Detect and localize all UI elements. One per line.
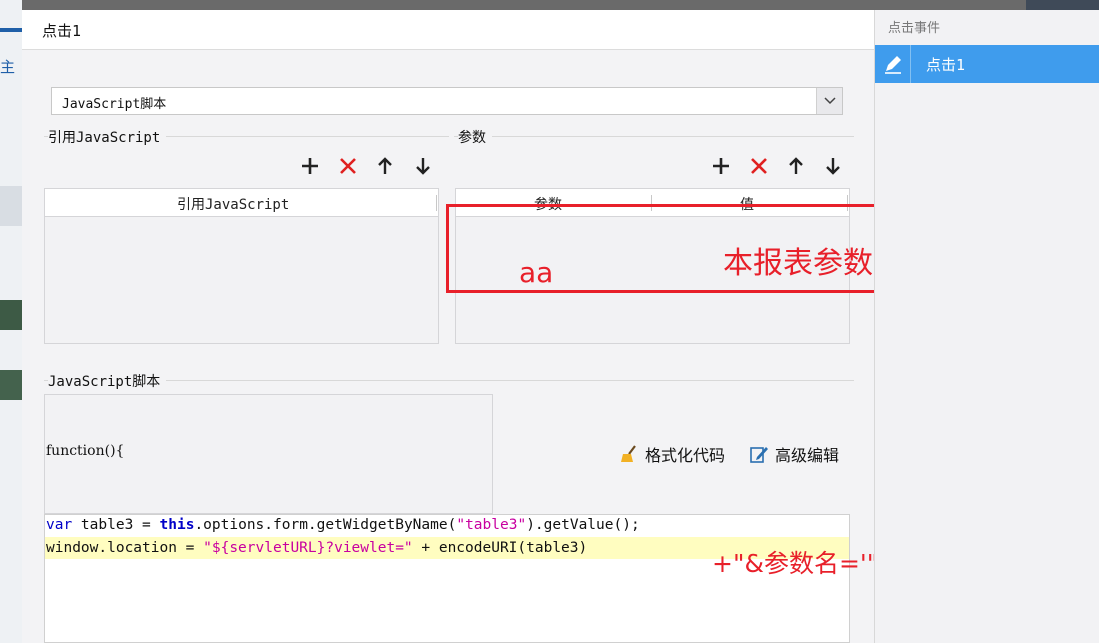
edit-event-button[interactable]: [875, 45, 911, 83]
params-group-label: 参数: [458, 127, 492, 147]
background-app-tab: [1026, 0, 1099, 10]
dialog-header: 点击1: [22, 10, 874, 50]
move-up-param-button[interactable]: [785, 155, 807, 177]
add-param-button[interactable]: [710, 155, 732, 177]
arrow-up-icon: [789, 157, 803, 174]
close-icon: [340, 158, 356, 174]
broom-icon: [621, 445, 636, 462]
select-dropdown-button[interactable]: [816, 88, 842, 114]
move-down-param-button[interactable]: [822, 155, 844, 177]
close-icon: [751, 158, 767, 174]
plus-icon: [302, 158, 318, 174]
group-divider: [454, 136, 854, 137]
chevron-down-icon: [824, 97, 836, 105]
arrow-down-icon: [826, 158, 840, 175]
format-code-button[interactable]: 格式化代码: [618, 442, 725, 466]
script-type-value: JavaScript脚本: [62, 97, 167, 112]
ref-js-column-header: 引用JavaScript: [177, 197, 290, 213]
advanced-edit-label: 高级编辑: [775, 446, 840, 465]
move-up-ref-js-button[interactable]: [374, 155, 396, 177]
arrow-up-icon: [378, 157, 392, 174]
function-signature: function(){: [46, 443, 125, 459]
click-events-panel: 点击事件 点击1: [874, 10, 1099, 643]
edit-doc-icon: [750, 447, 768, 463]
annotation-aa: aa: [519, 256, 554, 289]
delete-ref-js-button[interactable]: [337, 155, 359, 177]
format-code-label: 格式化代码: [645, 446, 726, 465]
dialog-title: 点击1: [42, 22, 82, 40]
ref-js-table[interactable]: 引用JavaScript: [44, 188, 439, 344]
background-app-glyph: 主: [0, 58, 16, 76]
background-app-strip: 主: [0, 0, 22, 643]
delete-param-button[interactable]: [748, 155, 770, 177]
add-ref-js-button[interactable]: [299, 155, 321, 177]
click-event-item-label: 点击1: [926, 56, 966, 74]
ref-js-group-label: 引用JavaScript: [48, 127, 167, 147]
move-down-ref-js-button[interactable]: [412, 155, 434, 177]
plus-icon: [713, 158, 729, 174]
background-app-topbar: [0, 0, 1099, 10]
script-group-label: JavaScript脚本: [48, 371, 167, 391]
click-event-item[interactable]: 点击1: [875, 45, 1099, 83]
script-type-select[interactable]: JavaScript脚本: [51, 87, 843, 115]
click-events-title: 点击事件: [888, 21, 941, 36]
function-signature-box: function(){: [44, 394, 493, 514]
code-line: var table3 = this.options.form.getWidget…: [46, 517, 640, 533]
advanced-edit-button[interactable]: 高级编辑: [748, 442, 839, 466]
ref-js-table-header: 引用JavaScript: [45, 189, 438, 217]
arrow-down-icon: [416, 158, 430, 175]
pencil-icon: [885, 56, 901, 74]
